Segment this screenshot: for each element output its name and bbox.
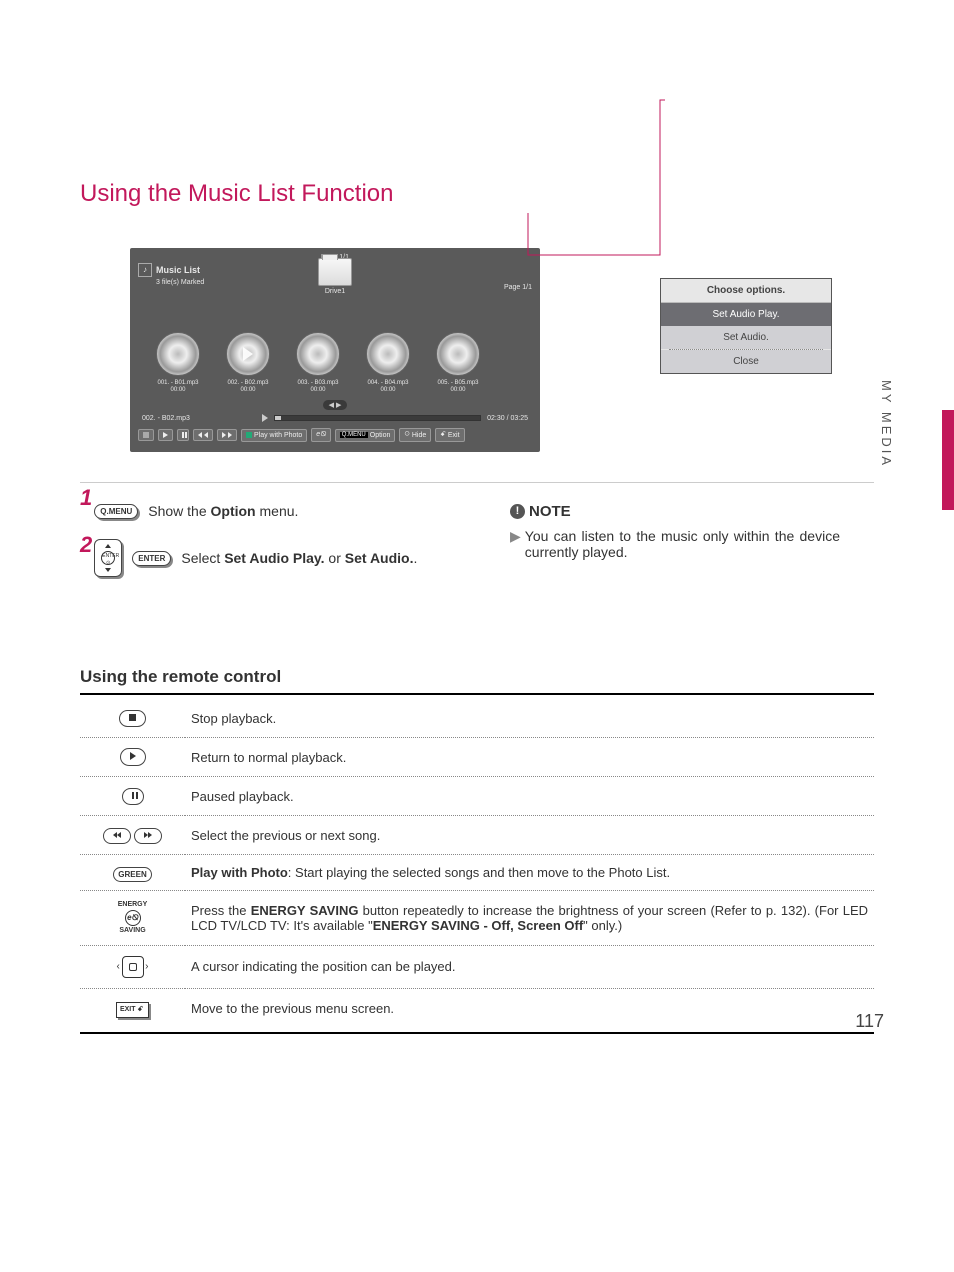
prevnext-desc: Select the previous or next song.: [185, 816, 874, 855]
tv-title: Music List: [156, 265, 200, 275]
music-thumb[interactable]: 003. - B03.mp300:00: [288, 332, 348, 394]
step2-text: Select Set Audio Play. or Set Audio..: [181, 550, 417, 566]
drive-label: Drive1: [318, 288, 352, 295]
set-audio-option[interactable]: Set Audio.: [661, 326, 831, 349]
track-time: 00:00: [170, 387, 185, 393]
rewind-button[interactable]: [193, 429, 213, 441]
pause-desc: Paused playback.: [185, 777, 874, 816]
hide-button[interactable]: ꖴHide: [399, 428, 431, 442]
fast-forward-button[interactable]: [217, 429, 237, 441]
play-with-photo-button[interactable]: Play with Photo: [241, 429, 307, 442]
pause-button[interactable]: [177, 429, 189, 441]
music-thumb[interactable]: 001. - B01.mp300:00: [148, 332, 208, 394]
play-indicator-icon: [262, 414, 268, 422]
energy-saving-key: ENERGY e⦰ SAVING: [86, 901, 179, 934]
set-audio-play-option[interactable]: Set Audio Play.: [661, 303, 831, 326]
cursor-key: [122, 956, 144, 978]
step1-text: Show the Option menu.: [148, 503, 298, 519]
tv-screenshot: Page 1/1 ♪ Music List 3 file(s) Marked D…: [130, 248, 540, 452]
cursor-desc: A cursor indicating the position can be …: [185, 945, 874, 988]
note-text: ▶ You can listen to the music only withi…: [510, 528, 840, 560]
disc-icon: [156, 332, 200, 376]
options-title: Choose options.: [661, 279, 831, 303]
stop-button[interactable]: [138, 429, 154, 441]
energy-desc: Press the ENERGY SAVING button repeatedl…: [185, 891, 874, 945]
close-option[interactable]: Close: [661, 350, 831, 373]
disc-icon: [436, 332, 480, 376]
track-label: 002. - B02.mp3: [227, 380, 268, 386]
enter-key-small: ENTER: [132, 551, 171, 566]
step-number-1: 1: [80, 485, 92, 511]
green-key: GREEN: [113, 867, 151, 882]
exit-desc: Move to the previous menu screen.: [185, 988, 874, 1028]
music-thumb[interactable]: 002. - B02.mp300:00: [218, 332, 278, 394]
green-desc: Play with Photo: Start playing the selec…: [185, 855, 874, 891]
stop-key: [119, 710, 146, 727]
options-popup: Choose options. Set Audio Play. Set Audi…: [660, 278, 832, 374]
option-button[interactable]: Q.MENUOption: [335, 429, 396, 442]
disc-icon: [296, 332, 340, 376]
track-label: 003. - B03.mp3: [297, 380, 338, 386]
note-arrow-icon: ▶: [510, 528, 521, 560]
music-thumb[interactable]: 005. - B05.mp300:00: [428, 332, 488, 394]
page-title: Using the Music List Function: [80, 180, 874, 208]
note-heading: ! NOTE: [510, 503, 840, 520]
track-time: 00:00: [380, 387, 395, 393]
folder-icon: [318, 258, 352, 286]
step-number-2: 2: [80, 532, 92, 558]
energy-icon: e⦰: [125, 910, 141, 926]
stop-desc: Stop playback.: [185, 699, 874, 738]
disc-icon-playing: [226, 332, 270, 376]
pause-key: [122, 788, 144, 805]
track-time: 00:00: [240, 387, 255, 393]
qmenu-key: Q.MENU: [94, 504, 138, 519]
remote-control-heading: Using the remote control: [80, 667, 874, 687]
time-display: 02:30 / 03:25: [487, 415, 528, 422]
energy-saving-icon[interactable]: e⦰: [311, 428, 331, 442]
inner-page-indicator: Page 1/1: [504, 284, 532, 291]
track-time: 00:00: [450, 387, 465, 393]
scroll-indicator[interactable]: ◀ ▶: [323, 400, 348, 410]
remote-control-table: Stop playback. Return to normal playback…: [80, 699, 874, 1027]
play-desc: Return to normal playback.: [185, 738, 874, 777]
btn-label: Play with Photo: [254, 432, 302, 439]
exit-key: EXIT ꗃ: [116, 1002, 149, 1018]
side-accent: [942, 410, 954, 510]
nav-enter-key: ENTER⊙: [94, 539, 122, 577]
exit-button[interactable]: ꗃExit: [435, 428, 464, 442]
track-label: 004. - B04.mp3: [367, 380, 408, 386]
music-thumb[interactable]: 004. - B04.mp300:00: [358, 332, 418, 394]
btn-label: Exit: [448, 432, 460, 439]
disc-icon: [366, 332, 410, 376]
track-time: 00:00: [310, 387, 325, 393]
next-key: [134, 828, 162, 844]
music-list-icon: ♪: [138, 263, 152, 277]
play-key: [120, 748, 146, 766]
progress-bar[interactable]: [274, 415, 481, 421]
now-playing-title: 002. - B02.mp3: [142, 415, 262, 422]
track-label: 005. - B05.mp3: [437, 380, 478, 386]
prev-key: [103, 828, 131, 844]
page-number: 117: [855, 1011, 884, 1032]
track-label: 001. - B01.mp3: [157, 380, 198, 386]
drive-folder[interactable]: Drive1: [318, 258, 352, 295]
play-button[interactable]: [158, 429, 173, 441]
enter-label: ENTER⊙: [101, 551, 115, 565]
btn-label: Hide: [412, 432, 426, 439]
note-icon: !: [510, 504, 525, 519]
btn-label: Option: [370, 432, 391, 439]
section-tab: MY MEDIA: [879, 380, 894, 468]
